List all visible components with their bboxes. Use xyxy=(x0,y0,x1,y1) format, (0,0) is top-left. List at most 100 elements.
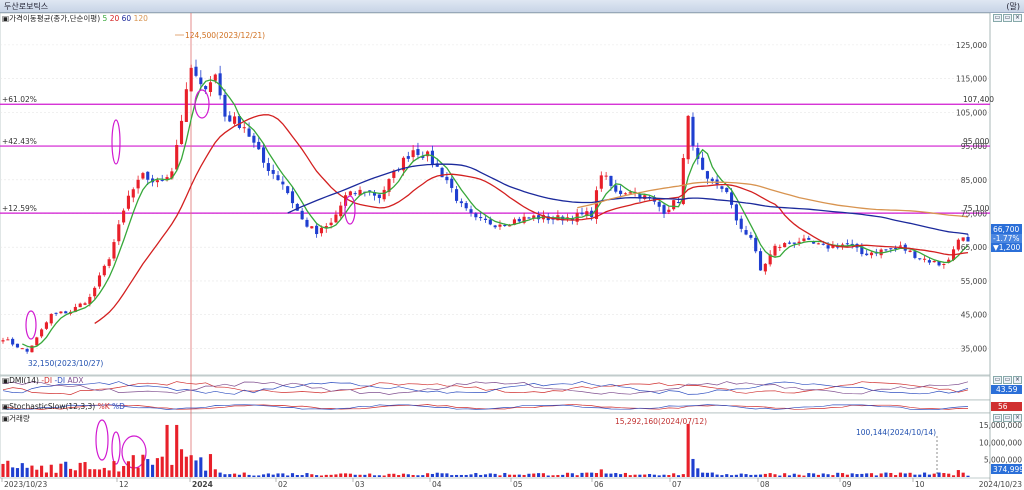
y-tick-label: 95,000 xyxy=(961,142,987,151)
volume-bar xyxy=(816,474,820,477)
candle-body xyxy=(117,224,121,242)
volume-bar xyxy=(561,474,565,477)
x-axis-label: 2024/10/23 xyxy=(979,480,1022,489)
volume-bar xyxy=(696,468,700,477)
candle-body xyxy=(416,149,420,155)
panel-close-button[interactable]: × xyxy=(1013,14,1022,22)
volume-bar xyxy=(276,473,280,477)
volume-bar xyxy=(739,473,743,477)
volume-bar xyxy=(392,473,396,477)
volume-bar xyxy=(797,474,801,477)
candle-body xyxy=(334,214,338,223)
volume-bar xyxy=(889,472,893,477)
volume-bar xyxy=(107,470,111,477)
volume-bar xyxy=(334,474,338,477)
candle-body xyxy=(450,178,454,188)
dmi-control-button[interactable]: ▭ xyxy=(1003,376,1012,384)
panel-control-button[interactable]: ▭ xyxy=(1003,14,1012,22)
volume-bar xyxy=(918,474,922,477)
candle-body xyxy=(942,263,946,265)
resistance-pct: +42.43% xyxy=(2,137,37,146)
candle-body xyxy=(884,249,888,251)
volume-bar xyxy=(25,467,29,477)
volume-bar xyxy=(64,461,68,477)
volume-bar xyxy=(845,474,849,477)
volume-bar xyxy=(6,460,10,477)
candle-body xyxy=(889,248,893,250)
volume-bar xyxy=(208,454,213,477)
volume-bar xyxy=(884,472,888,477)
volume-bar xyxy=(498,475,502,477)
y-tick-label: 105,000 xyxy=(956,108,987,117)
volume-bar xyxy=(1,463,5,477)
volume-bar xyxy=(474,473,478,477)
candle-body xyxy=(228,115,232,122)
candle-body xyxy=(204,86,208,90)
volume-bar xyxy=(778,475,782,477)
x-axis-label: 08 xyxy=(760,480,770,489)
volume-bar xyxy=(720,475,724,477)
stoch-legend: ▣StochasticSlow(12,3,3) %K %D xyxy=(2,402,125,411)
volume-bar xyxy=(421,475,425,477)
volume-bar xyxy=(117,471,121,477)
candle-body xyxy=(469,209,473,213)
volume-bar xyxy=(734,474,738,477)
candle-body xyxy=(223,94,227,117)
volume-bar xyxy=(102,467,106,477)
volume-bar xyxy=(151,464,155,477)
volume-bar xyxy=(792,473,796,477)
volume-bar xyxy=(749,474,753,477)
volume-control-button[interactable]: ▭ xyxy=(1003,414,1012,422)
volume-bar xyxy=(966,475,970,477)
volume-bar xyxy=(956,470,960,477)
stock-chart[interactable]: +61.02% 107,400+42.43% 95,000+12.59% 75,100… xyxy=(0,0,1024,490)
candle-body xyxy=(276,175,280,181)
candle-body xyxy=(580,212,584,215)
volume-bar xyxy=(744,474,748,477)
volume-bar xyxy=(93,469,97,477)
volume-bar xyxy=(454,474,459,477)
volume-bar xyxy=(339,473,343,477)
volume-bar xyxy=(122,466,126,477)
volume-bar xyxy=(609,473,613,477)
high-annotation: 124,500(2023/12/21) xyxy=(185,31,265,40)
volume-bar xyxy=(580,472,584,477)
panel-control-button[interactable]: ▭ xyxy=(993,14,1002,22)
volume-bar xyxy=(812,473,816,477)
candle-body xyxy=(672,200,676,210)
volume-bar xyxy=(305,473,309,477)
volume-bar xyxy=(821,473,825,477)
x-axis-label: 04 xyxy=(432,480,442,489)
dmi-legend-item2: -DI xyxy=(54,376,65,385)
volume-bar xyxy=(20,463,24,477)
volume-close-button[interactable]: × xyxy=(1013,414,1022,422)
volume-bar xyxy=(869,473,874,477)
dmi-close-button[interactable]: × xyxy=(1013,376,1022,384)
volume-bar xyxy=(787,475,792,477)
y-tick-label: 85,000 xyxy=(961,176,987,185)
volume-bar xyxy=(271,474,275,477)
volume-bar xyxy=(691,458,695,477)
candle-body xyxy=(614,185,618,192)
volume-bar xyxy=(430,473,434,477)
candle-body xyxy=(49,313,53,324)
volume-bar xyxy=(445,473,449,477)
volume-control-button[interactable]: ▭ xyxy=(993,414,1002,422)
candle-body xyxy=(329,222,333,226)
volume-bar xyxy=(411,475,415,477)
change-pct: -1.77% xyxy=(993,234,1020,243)
volume-bar xyxy=(754,474,758,477)
candle-body xyxy=(710,178,714,181)
volume-bar xyxy=(522,474,526,477)
volume-bar xyxy=(459,474,463,477)
candle-body xyxy=(112,242,116,259)
volume-bar xyxy=(623,472,627,477)
volume-bar xyxy=(329,474,333,477)
resistance-pct: +61.02% xyxy=(2,95,37,104)
dmi-control-button[interactable]: ▭ xyxy=(993,376,1002,384)
candle-body xyxy=(199,77,203,85)
volume-bar xyxy=(908,472,912,477)
volume-bar xyxy=(508,474,512,477)
volume-tick-label: 10,000,000 xyxy=(979,438,1022,447)
candle-body xyxy=(339,205,343,217)
